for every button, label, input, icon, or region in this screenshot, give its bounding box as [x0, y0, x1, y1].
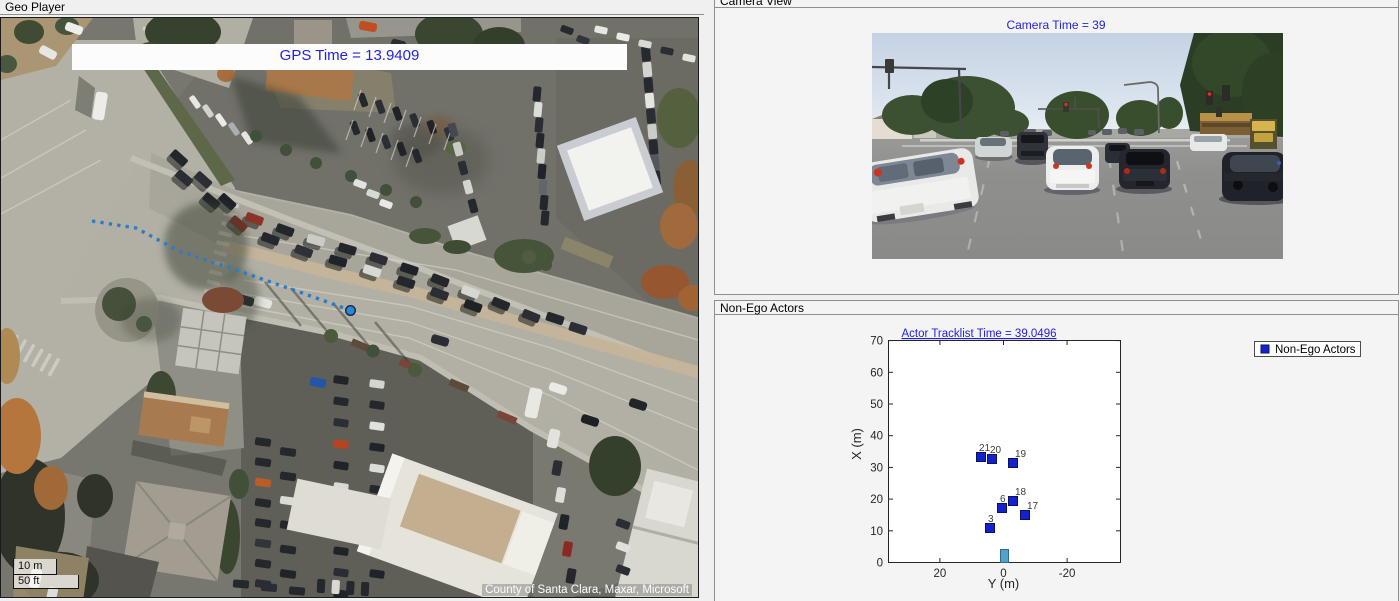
svg-text:6: 6	[1000, 494, 1006, 505]
svg-text:3: 3	[988, 514, 994, 525]
svg-text:60: 60	[870, 367, 883, 379]
svg-text:Actor Tracklist Time = 39.0496: Actor Tracklist Time = 39.0496	[902, 328, 1057, 340]
svg-text:18: 18	[1015, 487, 1027, 498]
svg-text:-20: -20	[1059, 568, 1076, 580]
svg-text:X (m): X (m)	[849, 428, 864, 460]
svg-text:20: 20	[870, 494, 883, 506]
svg-text:70: 70	[870, 336, 883, 348]
svg-text:50: 50	[870, 399, 883, 411]
svg-text:20: 20	[934, 568, 947, 580]
svg-text:0: 0	[877, 558, 883, 570]
svg-text:17: 17	[1027, 501, 1039, 512]
svg-text:19: 19	[1015, 449, 1027, 460]
svg-text:Non-Ego Actors: Non-Ego Actors	[1275, 344, 1356, 356]
svg-text:30: 30	[870, 462, 883, 474]
svg-text:20: 20	[990, 445, 1002, 456]
svg-text:Y (m): Y (m)	[988, 576, 1020, 591]
svg-text:21: 21	[979, 443, 991, 454]
svg-text:40: 40	[870, 431, 883, 443]
svg-text:10: 10	[870, 526, 883, 538]
